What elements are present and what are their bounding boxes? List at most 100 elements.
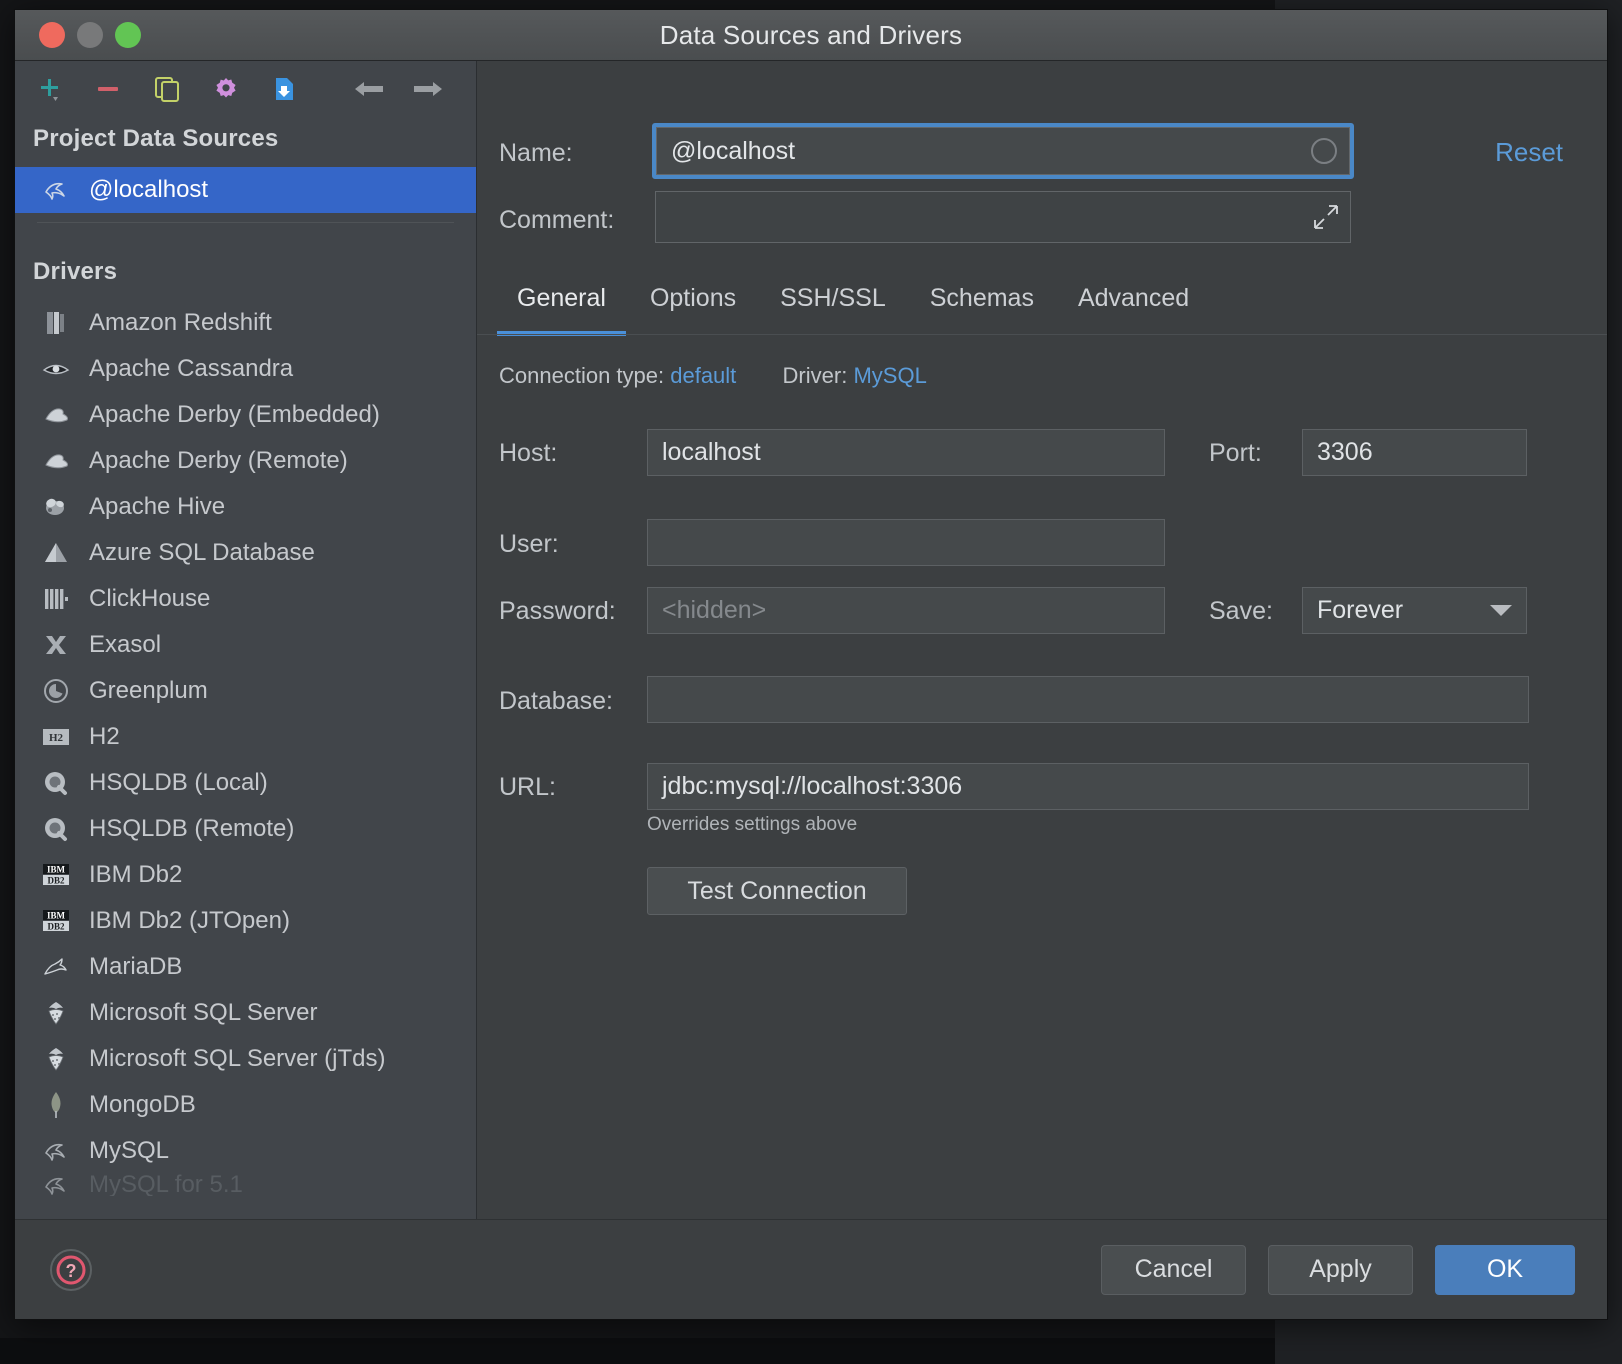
mysql-dolphin-icon xyxy=(41,1136,71,1166)
driver-label: Greenplum xyxy=(89,677,208,705)
settings-tabs: General Options SSH/SSL Schemas Advanced xyxy=(495,276,1593,336)
driver-item-h2[interactable]: H2 H2 xyxy=(15,714,476,760)
driver-item-clickhouse[interactable]: ClickHouse xyxy=(15,576,476,622)
connection-info-line: Connection type: default Driver: MySQL xyxy=(499,363,927,389)
name-field-wrapper[interactable]: @localhost xyxy=(652,123,1354,179)
port-input[interactable]: 3306 xyxy=(1302,429,1527,476)
navigate-forward-button[interactable] xyxy=(411,72,444,106)
driver-label: ClickHouse xyxy=(89,585,210,613)
driver-label: Exasol xyxy=(89,631,161,659)
driver-item-mysql[interactable]: MySQL xyxy=(15,1128,476,1174)
duplicate-data-source-button[interactable] xyxy=(150,72,183,106)
driver-item-ibm-db2-jtopen[interactable]: IBM DB2 IBM Db2 (JTOpen) xyxy=(15,898,476,944)
driver-item-microsoft-sql-server[interactable]: Microsoft SQL Server xyxy=(15,990,476,1036)
driver-value[interactable]: MySQL xyxy=(853,363,926,388)
mysql-dolphin-icon xyxy=(41,175,71,205)
tab-ssh-ssl[interactable]: SSH/SSL xyxy=(758,276,908,336)
password-input[interactable]: <hidden> xyxy=(647,587,1165,634)
svg-text:DB2: DB2 xyxy=(47,922,65,932)
driver-item-hsqldb-local[interactable]: HSQLDB (Local) xyxy=(15,760,476,806)
driver-item-apache-hive[interactable]: Apache Hive xyxy=(15,484,476,530)
tabs-underline xyxy=(477,334,1607,335)
add-data-source-button[interactable] xyxy=(33,72,66,106)
driver-label: Apache Derby (Embedded) xyxy=(89,401,380,429)
driver-item-greenplum[interactable]: Greenplum xyxy=(15,668,476,714)
driver-label: HSQLDB (Remote) xyxy=(89,815,294,843)
mongodb-leaf-icon xyxy=(41,1090,71,1120)
driver-label: Apache Hive xyxy=(89,493,225,521)
connection-type-value[interactable]: default xyxy=(670,363,736,388)
driver-item-mongodb[interactable]: MongoDB xyxy=(15,1082,476,1128)
help-question-icon[interactable]: ? xyxy=(47,1246,95,1294)
driver-item-apache-derby-remote[interactable]: Apache Derby (Remote) xyxy=(15,438,476,484)
driver-label: Apache Cassandra xyxy=(89,355,293,383)
reset-link[interactable]: Reset xyxy=(1495,137,1563,168)
sidebar-item-localhost[interactable]: @localhost xyxy=(15,167,476,213)
sidebar-tree[interactable]: Project Data Sources @localhost Drivers xyxy=(15,116,476,1219)
driver-item-amazon-redshift[interactable]: Amazon Redshift xyxy=(15,300,476,346)
import-data-source-button[interactable] xyxy=(268,72,301,106)
driver-label: Amazon Redshift xyxy=(89,309,272,337)
driver-item-exasol[interactable]: Exasol xyxy=(15,622,476,668)
tab-options[interactable]: Options xyxy=(628,276,758,336)
svg-text:DB2: DB2 xyxy=(47,876,65,886)
comment-input[interactable] xyxy=(655,191,1351,243)
cancel-button[interactable]: Cancel xyxy=(1101,1245,1246,1295)
driver-item-mariadb[interactable]: MariaDB xyxy=(15,944,476,990)
host-value: localhost xyxy=(662,438,761,467)
cassandra-eye-icon xyxy=(41,354,71,384)
connection-type-label: Connection type: xyxy=(499,363,664,388)
driver-item-microsoft-sql-server-jtds[interactable]: Microsoft SQL Server (jTds) xyxy=(15,1036,476,1082)
driver-item-azure-sql-database[interactable]: Azure SQL Database xyxy=(15,530,476,576)
tab-general[interactable]: General xyxy=(495,276,628,336)
password-placeholder: <hidden> xyxy=(662,596,766,625)
driver-item-partial[interactable]: MySQL for 5.1 xyxy=(15,1174,476,1196)
mssql-icon xyxy=(41,998,71,1028)
port-label: Port: xyxy=(1209,439,1262,468)
sidebar-toolbar xyxy=(15,61,476,116)
ok-button[interactable]: OK xyxy=(1435,1245,1575,1295)
host-input[interactable]: localhost xyxy=(647,429,1165,476)
database-input[interactable] xyxy=(647,676,1529,723)
exasol-x-icon xyxy=(41,630,71,660)
azure-icon xyxy=(41,538,71,568)
driver-item-hsqldb-remote[interactable]: HSQLDB (Remote) xyxy=(15,806,476,852)
name-status-circle-icon xyxy=(1311,138,1337,164)
svg-text:H2: H2 xyxy=(49,732,64,744)
driver-label: MariaDB xyxy=(89,953,182,981)
name-input[interactable]: @localhost xyxy=(656,127,1350,175)
driver-item-apache-cassandra[interactable]: Apache Cassandra xyxy=(15,346,476,392)
driver-label: H2 xyxy=(89,723,120,751)
sidebar-gap xyxy=(15,223,476,249)
maximize-window-button[interactable] xyxy=(115,22,141,48)
close-window-button[interactable] xyxy=(39,22,65,48)
greenplum-icon xyxy=(41,676,71,706)
driver-label: IBM Db2 xyxy=(89,861,182,889)
remove-data-source-button[interactable] xyxy=(92,72,125,106)
sidebar: Project Data Sources @localhost Drivers xyxy=(15,61,477,1219)
driver-item-ibm-db2[interactable]: IBM DB2 IBM Db2 xyxy=(15,852,476,898)
tab-schemas[interactable]: Schemas xyxy=(908,276,1056,336)
tab-advanced[interactable]: Advanced xyxy=(1056,276,1211,336)
redshift-icon xyxy=(41,308,71,338)
data-source-properties-button[interactable] xyxy=(209,72,242,106)
database-label: Database: xyxy=(499,687,613,716)
save-select[interactable]: Forever xyxy=(1302,587,1527,634)
expand-comment-icon[interactable] xyxy=(1314,205,1338,229)
test-connection-button[interactable]: Test Connection xyxy=(647,867,907,915)
hsqldb-icon xyxy=(41,814,71,844)
ibm-db2-icon: IBM DB2 xyxy=(41,906,71,936)
apply-button[interactable]: Apply xyxy=(1268,1245,1413,1295)
driver-item-apache-derby-embedded[interactable]: Apache Derby (Embedded) xyxy=(15,392,476,438)
svg-text:IBM: IBM xyxy=(47,865,66,875)
driver-label: MySQL for 5.1 xyxy=(89,1174,243,1196)
url-input[interactable]: jdbc:mysql://localhost:3306 xyxy=(647,763,1529,810)
navigate-back-button[interactable] xyxy=(353,72,386,106)
minimize-window-button[interactable] xyxy=(77,22,103,48)
dialog-body: Project Data Sources @localhost Drivers xyxy=(15,61,1607,1219)
url-hint: Overrides settings above xyxy=(647,814,857,836)
svg-text:IBM: IBM xyxy=(47,911,66,921)
user-input[interactable] xyxy=(647,519,1165,566)
driver-label: Apache Derby (Remote) xyxy=(89,447,348,475)
h2-icon: H2 xyxy=(41,722,71,752)
